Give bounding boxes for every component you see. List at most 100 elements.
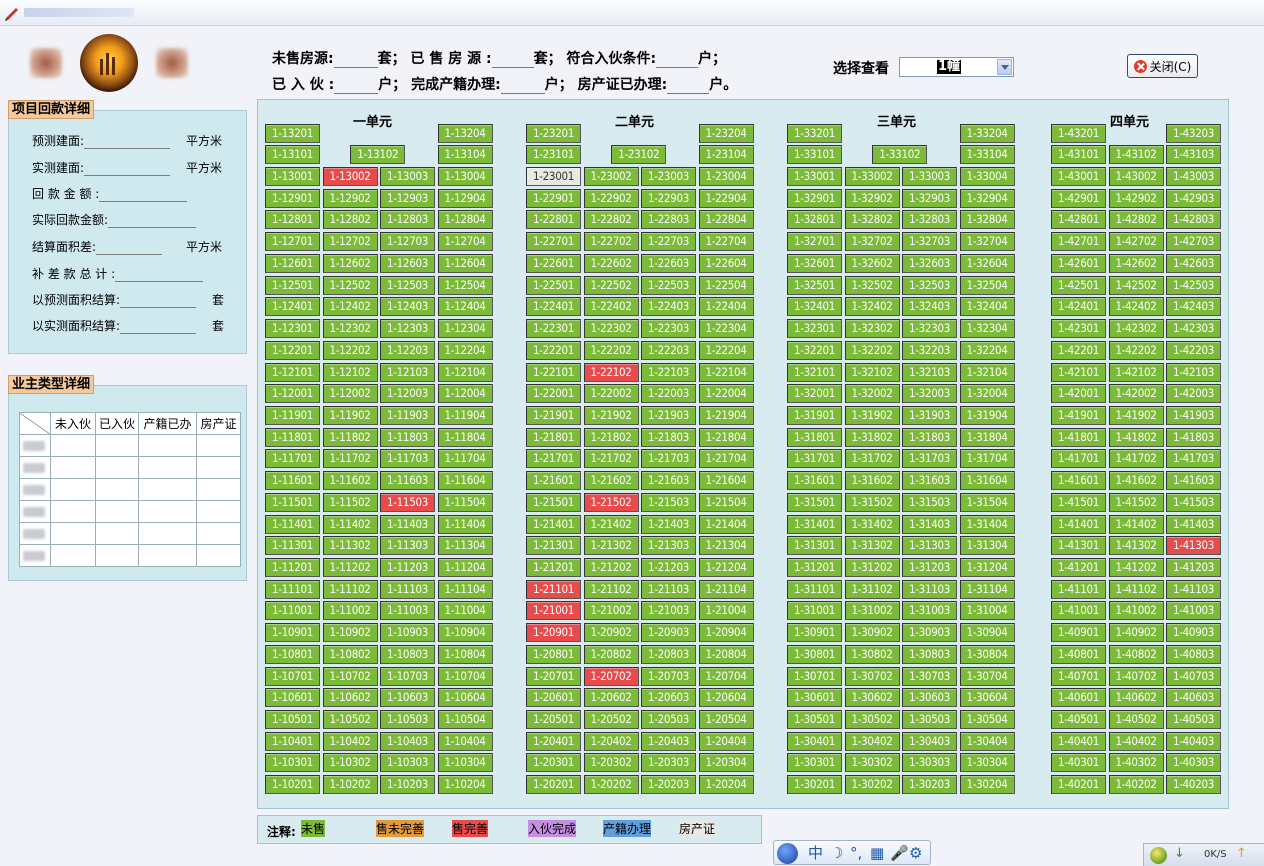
room-cell[interactable]: 1-22403 <box>641 297 696 317</box>
close-button[interactable]: 关闭(C) <box>1127 54 1198 78</box>
room-cell[interactable]: 1-32004 <box>959 384 1015 404</box>
room-cell[interactable]: 1-12201 <box>265 340 320 360</box>
room-cell[interactable]: 1-42601 <box>1051 253 1106 273</box>
keyboard-icon[interactable]: ▦ <box>870 844 884 862</box>
room-cell[interactable]: 1-12403 <box>380 297 435 317</box>
room-cell[interactable]: 1-43103 <box>1166 145 1221 165</box>
room-cell[interactable]: 1-11004 <box>437 601 493 621</box>
room-cell[interactable]: 1-11402 <box>322 514 378 534</box>
room-cell[interactable]: 1-23004 <box>698 167 754 187</box>
room-cell[interactable]: 1-20603 <box>641 688 696 708</box>
room-cell[interactable]: 1-40201 <box>1051 775 1106 795</box>
room-cell[interactable]: 1-10201 <box>265 775 320 795</box>
room-cell[interactable]: 1-12101 <box>265 362 320 382</box>
room-cell[interactable]: 1-20402 <box>583 731 639 751</box>
room-cell[interactable]: 1-21004 <box>698 601 754 621</box>
room-cell[interactable]: 1-10504 <box>437 710 493 730</box>
room-cell[interactable]: 1-40703 <box>1166 666 1221 686</box>
room-cell[interactable]: 1-32001 <box>787 384 842 404</box>
room-cell[interactable]: 1-40603 <box>1166 688 1221 708</box>
room-cell[interactable]: 1-10502 <box>322 710 378 730</box>
room-cell[interactable]: 1-22104 <box>698 362 754 382</box>
room-cell[interactable]: 1-40602 <box>1108 688 1164 708</box>
room-cell[interactable]: 1-33001 <box>787 167 842 187</box>
building-select[interactable]: 1幢 <box>899 57 1014 77</box>
room-cell[interactable]: 1-30204 <box>959 775 1015 795</box>
room-cell[interactable]: 1-40501 <box>1051 710 1106 730</box>
room-cell[interactable]: 1-21801 <box>526 427 581 447</box>
room-cell[interactable]: 1-11602 <box>322 471 378 491</box>
room-cell[interactable]: 1-42603 <box>1166 253 1221 273</box>
room-cell[interactable]: 1-30804 <box>959 644 1015 664</box>
room-cell[interactable]: 1-12504 <box>437 275 493 295</box>
room-cell[interactable]: 1-32201 <box>787 340 842 360</box>
room-cell[interactable]: 1-41503 <box>1166 492 1221 512</box>
room-cell[interactable]: 1-23102 <box>611 145 667 165</box>
room-cell[interactable]: 1-12704 <box>437 232 493 252</box>
room-cell[interactable]: 1-21403 <box>641 514 696 534</box>
room-cell[interactable]: 1-31103 <box>902 579 957 599</box>
room-cell[interactable]: 1-22802 <box>583 210 639 230</box>
room-cell[interactable]: 1-12103 <box>380 362 435 382</box>
room-cell[interactable]: 1-31603 <box>902 471 957 491</box>
room-cell[interactable]: 1-22701 <box>526 232 581 252</box>
room-cell[interactable]: 1-20201 <box>526 775 581 795</box>
room-cell[interactable]: 1-31501 <box>787 492 842 512</box>
room-cell[interactable]: 1-33004 <box>959 167 1015 187</box>
room-cell[interactable]: 1-12804 <box>437 210 493 230</box>
room-cell[interactable]: 1-41003 <box>1166 601 1221 621</box>
room-cell[interactable]: 1-32702 <box>844 232 900 252</box>
room-cell[interactable]: 1-22004 <box>698 384 754 404</box>
room-cell[interactable]: 1-23201 <box>526 123 581 143</box>
room-cell[interactable]: 1-11702 <box>322 449 378 469</box>
room-cell[interactable]: 1-40202 <box>1108 775 1164 795</box>
room-cell[interactable]: 1-32003 <box>902 384 957 404</box>
room-cell[interactable]: 1-11203 <box>380 558 435 577</box>
room-cell[interactable]: 1-42401 <box>1051 297 1106 317</box>
room-cell[interactable]: 1-12903 <box>380 188 435 208</box>
room-cell[interactable]: 1-30803 <box>902 644 957 664</box>
room-cell[interactable]: 1-30302 <box>844 753 900 773</box>
room-cell[interactable]: 1-42702 <box>1108 232 1164 252</box>
room-cell[interactable]: 1-31201 <box>787 558 842 577</box>
room-cell[interactable]: 1-32604 <box>959 253 1015 273</box>
room-cell[interactable]: 1-22404 <box>698 297 754 317</box>
room-cell[interactable]: 1-22201 <box>526 340 581 360</box>
room-cell[interactable]: 1-40802 <box>1108 644 1164 664</box>
room-cell[interactable]: 1-30901 <box>787 623 842 643</box>
room-cell[interactable]: 1-12604 <box>437 253 493 273</box>
room-cell[interactable]: 1-11204 <box>437 558 493 577</box>
room-cell[interactable]: 1-41603 <box>1166 471 1221 491</box>
room-cell[interactable]: 1-22103 <box>641 362 696 382</box>
room-cell[interactable]: 1-12702 <box>322 232 378 252</box>
room-cell[interactable]: 1-12004 <box>437 384 493 404</box>
room-cell[interactable]: 1-41902 <box>1108 405 1164 425</box>
room-cell[interactable]: 1-40902 <box>1108 623 1164 643</box>
room-cell[interactable]: 1-21503 <box>641 492 696 512</box>
room-cell[interactable]: 1-41802 <box>1108 427 1164 447</box>
room-cell[interactable]: 1-31104 <box>959 579 1015 599</box>
room-cell[interactable]: 1-32404 <box>959 297 1015 317</box>
room-cell[interactable]: 1-10403 <box>380 731 435 751</box>
room-cell[interactable]: 1-11001 <box>265 601 320 621</box>
room-cell[interactable]: 1-21702 <box>583 449 639 469</box>
room-cell[interactable]: 1-11804 <box>437 427 493 447</box>
room-cell[interactable]: 1-11003 <box>380 601 435 621</box>
room-cell[interactable]: 1-21302 <box>583 536 639 556</box>
room-cell[interactable]: 1-11302 <box>322 536 378 556</box>
room-cell[interactable]: 1-10304 <box>437 753 493 773</box>
room-cell[interactable]: 1-21301 <box>526 536 581 556</box>
room-cell[interactable]: 1-31101 <box>787 579 842 599</box>
room-cell[interactable]: 1-12404 <box>437 297 493 317</box>
room-cell[interactable]: 1-31701 <box>787 449 842 469</box>
room-cell[interactable]: 1-31002 <box>844 601 900 621</box>
room-cell[interactable]: 1-12502 <box>322 275 378 295</box>
room-cell[interactable]: 1-41302 <box>1108 536 1164 556</box>
room-cell[interactable]: 1-11504 <box>437 492 493 512</box>
room-cell[interactable]: 1-10704 <box>437 666 493 686</box>
room-cell[interactable]: 1-11904 <box>437 405 493 425</box>
room-cell[interactable]: 1-30701 <box>787 666 842 686</box>
room-cell[interactable]: 1-41303 <box>1166 536 1221 556</box>
room-cell[interactable]: 1-31604 <box>959 471 1015 491</box>
room-cell[interactable]: 1-42202 <box>1108 340 1164 360</box>
